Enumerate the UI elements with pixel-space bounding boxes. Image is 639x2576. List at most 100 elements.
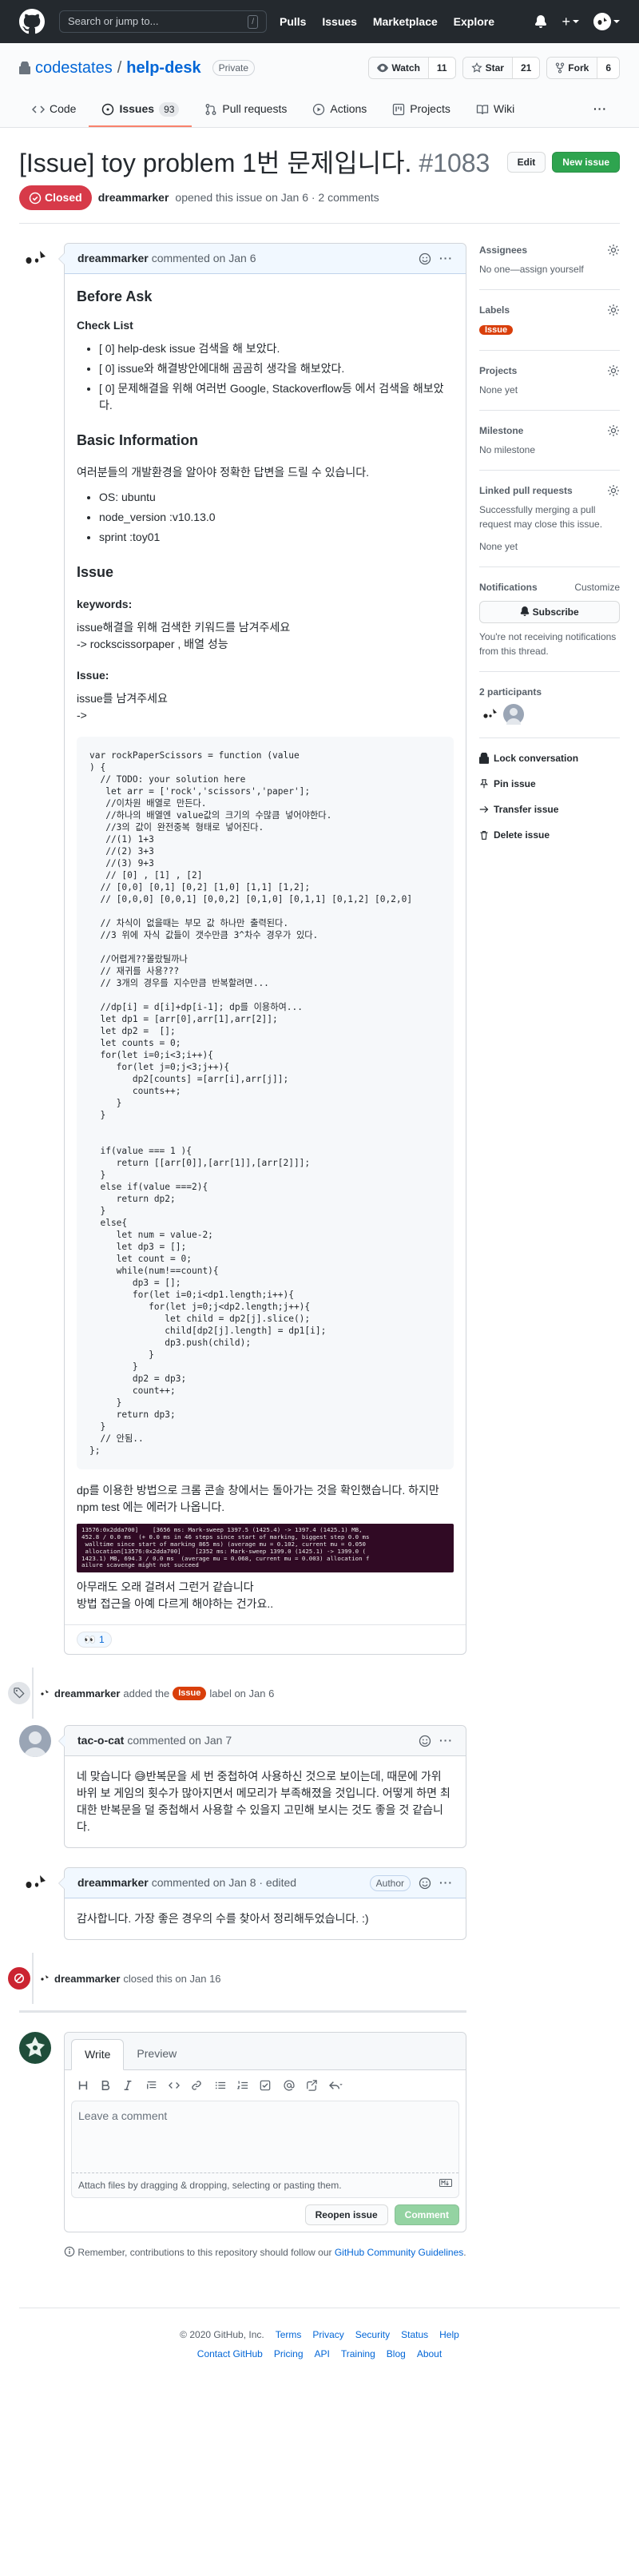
footer-link-security[interactable]: Security — [355, 2328, 390, 2342]
avatar[interactable] — [19, 1867, 51, 1900]
reopen-issue-button[interactable]: Reopen issue — [304, 2204, 388, 2226]
kebab-menu-icon[interactable]: ··· — [439, 250, 453, 267]
fork-count[interactable]: 6 — [597, 58, 619, 78]
subscribe-button[interactable]: Subscribe — [479, 600, 620, 623]
participant-avatar[interactable] — [503, 703, 524, 725]
italic-icon[interactable] — [122, 2080, 133, 2091]
watch-count[interactable]: 11 — [427, 58, 455, 78]
cross-reference-icon[interactable] — [306, 2080, 317, 2091]
star-button[interactable]: Star 21 — [462, 57, 541, 79]
event-actor[interactable]: dreammarker — [54, 1971, 120, 1987]
ordered-list-icon[interactable] — [237, 2080, 248, 2091]
transfer-issue-button[interactable]: Transfer issue — [479, 802, 620, 817]
gear-icon[interactable] — [607, 364, 620, 377]
github-logo-icon[interactable] — [19, 9, 45, 34]
bell-icon[interactable] — [534, 15, 547, 28]
footer-link-training[interactable]: Training — [341, 2347, 375, 2361]
nav-issues[interactable]: Issues — [322, 15, 357, 28]
code-line: // [0,0,0] [0,0,1] [0,0,2] [0,1,0] [0,1,… — [89, 894, 413, 904]
footer-link-about[interactable]: About — [417, 2347, 442, 2361]
new-issue-button[interactable]: New issue — [552, 152, 620, 173]
tab-code[interactable]: Code — [19, 94, 89, 127]
avatar[interactable] — [19, 2032, 51, 2065]
comment-timestamp[interactable]: commented on Jan 6 — [152, 250, 256, 267]
attach-files-bar[interactable]: Attach files by dragging & dropping, sel… — [72, 2173, 458, 2197]
tab-issues[interactable]: Issues 93 — [89, 94, 192, 127]
smiley-icon[interactable] — [419, 1735, 431, 1747]
smiley-icon[interactable] — [419, 1877, 431, 1890]
pin-issue-button[interactable]: Pin issue — [479, 777, 620, 791]
user-menu[interactable] — [593, 13, 620, 30]
footer-link-api[interactable]: API — [315, 2347, 330, 2361]
smiley-icon[interactable] — [419, 252, 431, 265]
linked-prs-value: None yet — [479, 540, 518, 552]
bold-icon[interactable] — [100, 2080, 111, 2091]
tab-wiki[interactable]: Wiki — [463, 94, 527, 127]
label-issue-badge[interactable]: Issue — [173, 1687, 207, 1700]
markdown-icon[interactable] — [439, 2178, 452, 2188]
code-line: } — [89, 1421, 106, 1432]
issue-author[interactable]: dreammarker — [98, 189, 169, 206]
repo-owner-link[interactable]: codestates — [35, 56, 113, 80]
heading-icon[interactable] — [77, 2080, 89, 2091]
watch-button[interactable]: Watch 11 — [368, 57, 456, 79]
task-list-icon[interactable] — [260, 2080, 271, 2091]
footer-link-privacy[interactable]: Privacy — [312, 2328, 343, 2342]
gear-icon[interactable] — [607, 424, 620, 437]
mini-avatar[interactable] — [38, 1687, 51, 1700]
link-icon[interactable] — [191, 2080, 202, 2091]
nav-marketplace[interactable]: Marketplace — [373, 15, 438, 28]
more-tabs-icon[interactable]: ··· — [581, 94, 620, 127]
code-icon[interactable] — [169, 2080, 180, 2091]
tab-projects[interactable]: Projects — [379, 94, 463, 127]
footer-link-help[interactable]: Help — [439, 2328, 459, 2342]
kebab-menu-icon[interactable]: ··· — [439, 1732, 453, 1749]
comment-submit-button[interactable]: Comment — [394, 2204, 459, 2226]
footer-link-status[interactable]: Status — [401, 2328, 428, 2342]
reaction-eyes-button[interactable]: 👀 1 — [77, 1632, 112, 1648]
footer-link-blog[interactable]: Blog — [387, 2347, 406, 2361]
mention-icon[interactable] — [284, 2080, 295, 2091]
tab-preview[interactable]: Preview — [124, 2039, 189, 2069]
avatar[interactable] — [19, 243, 51, 275]
label-issue-badge[interactable]: Issue — [479, 325, 514, 335]
customize-link[interactable]: Customize — [574, 580, 620, 594]
comment-timestamp[interactable]: commented on Jan 8 · edited — [152, 1874, 296, 1891]
footer-link-pricing[interactable]: Pricing — [274, 2347, 304, 2361]
footer-link-terms[interactable]: Terms — [276, 2328, 302, 2342]
author-role-badge: Author — [369, 1874, 411, 1891]
mini-avatar[interactable] — [38, 1972, 51, 1986]
tab-pull-requests[interactable]: Pull requests — [192, 94, 300, 127]
nav-pulls[interactable]: Pulls — [280, 15, 306, 28]
gear-icon[interactable] — [607, 244, 620, 256]
avatar[interactable] — [19, 1725, 51, 1758]
star-count[interactable]: 21 — [511, 58, 540, 78]
event-actor[interactable]: dreammarker — [54, 1686, 120, 1702]
edit-title-button[interactable]: Edit — [506, 152, 546, 173]
tab-actions[interactable]: Actions — [300, 94, 379, 127]
comment-author[interactable]: dreammarker — [77, 250, 149, 267]
gear-icon[interactable] — [607, 484, 620, 497]
assignees-value[interactable]: No one—assign yourself — [479, 262, 620, 276]
participant-avatar[interactable] — [479, 703, 500, 725]
kebab-menu-icon[interactable]: ··· — [439, 1874, 453, 1891]
code-line: // TODO: your solution here — [89, 774, 246, 785]
create-new-menu[interactable]: + — [562, 11, 579, 33]
footer-link-contact[interactable]: Contact GitHub — [197, 2347, 263, 2361]
delete-issue-button[interactable]: Delete issue — [479, 828, 620, 842]
unordered-list-icon[interactable] — [215, 2080, 226, 2091]
fork-button[interactable]: Fork 6 — [546, 57, 620, 79]
comment-author[interactable]: tac-o-cat — [77, 1732, 124, 1749]
comment-author[interactable]: dreammarker — [77, 1874, 149, 1891]
tab-write[interactable]: Write — [71, 2039, 125, 2071]
quote-icon[interactable] — [146, 2080, 157, 2091]
community-guidelines-link[interactable]: GitHub Community Guidelines — [335, 2247, 463, 2258]
gear-icon[interactable] — [607, 304, 620, 316]
reply-icon[interactable] — [328, 2080, 343, 2091]
search-input[interactable]: Search or jump to... / — [59, 10, 267, 33]
comment-timestamp[interactable]: commented on Jan 7 — [127, 1732, 232, 1749]
comment-textarea[interactable]: Leave a comment — [72, 2101, 458, 2174]
lock-conversation-button[interactable]: Lock conversation — [479, 751, 620, 765]
repo-name-link[interactable]: help-desk — [126, 56, 200, 80]
nav-explore[interactable]: Explore — [454, 15, 494, 28]
